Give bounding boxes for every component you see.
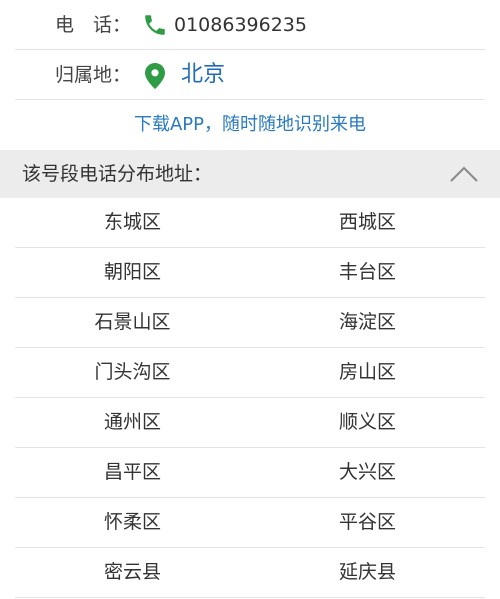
district-list: 东城区 西城区 朝阳区 丰台区 石景山区 海淀区 门头沟区 房山区 通州区 顺义… (15, 198, 485, 598)
district-item: 西城区 (338, 211, 396, 233)
district-item: 延庆县 (338, 561, 396, 583)
map-pin-icon (145, 63, 165, 89)
phone-row: 电 话： 01086396235 (15, 0, 485, 50)
district-item: 朝阳区 (103, 261, 161, 283)
district-item: 怀柔区 (103, 511, 161, 533)
download-app-link[interactable]: 下载APP，随时随地识别来电 (0, 100, 500, 150)
district-item: 大兴区 (338, 461, 396, 483)
home-location-row: 归属地： 北京 (15, 50, 485, 100)
home-location-label: 归属地： (55, 64, 132, 86)
district-row: 怀柔区 平谷区 (15, 498, 485, 548)
district-row: 石景山区 海淀区 (15, 298, 485, 348)
chevron-up-icon[interactable] (448, 164, 480, 184)
district-row: 通州区 顺义区 (15, 398, 485, 448)
district-item: 石景山区 (94, 311, 171, 333)
home-location-value: 北京 (181, 62, 226, 87)
district-row: 昌平区 大兴区 (15, 448, 485, 498)
distribution-section-header[interactable]: 该号段电话分布地址： (0, 150, 500, 198)
district-row: 朝阳区 丰台区 (15, 248, 485, 298)
district-item: 海淀区 (338, 311, 396, 333)
district-row: 密云县 延庆县 (15, 548, 485, 598)
phone-lookup-page: 电 话： 01086396235 归属地： 北京 下载APP，随时随地识别来电 … (0, 0, 500, 599)
phone-label: 电 话： (55, 14, 132, 36)
distribution-section-title: 该号段电话分布地址： (22, 163, 213, 185)
district-item: 门头沟区 (94, 361, 171, 383)
district-item: 昌平区 (103, 461, 161, 483)
district-item: 密云县 (103, 561, 161, 583)
phone-icon (145, 15, 165, 35)
district-item: 房山区 (338, 361, 396, 383)
district-item: 通州区 (103, 411, 161, 433)
district-row: 门头沟区 房山区 (15, 348, 485, 398)
district-item: 丰台区 (338, 261, 396, 283)
district-item: 平谷区 (338, 511, 396, 533)
district-item: 顺义区 (338, 411, 396, 433)
phone-number: 01086396235 (174, 14, 307, 36)
district-item: 东城区 (103, 211, 161, 233)
district-row: 东城区 西城区 (15, 198, 485, 248)
